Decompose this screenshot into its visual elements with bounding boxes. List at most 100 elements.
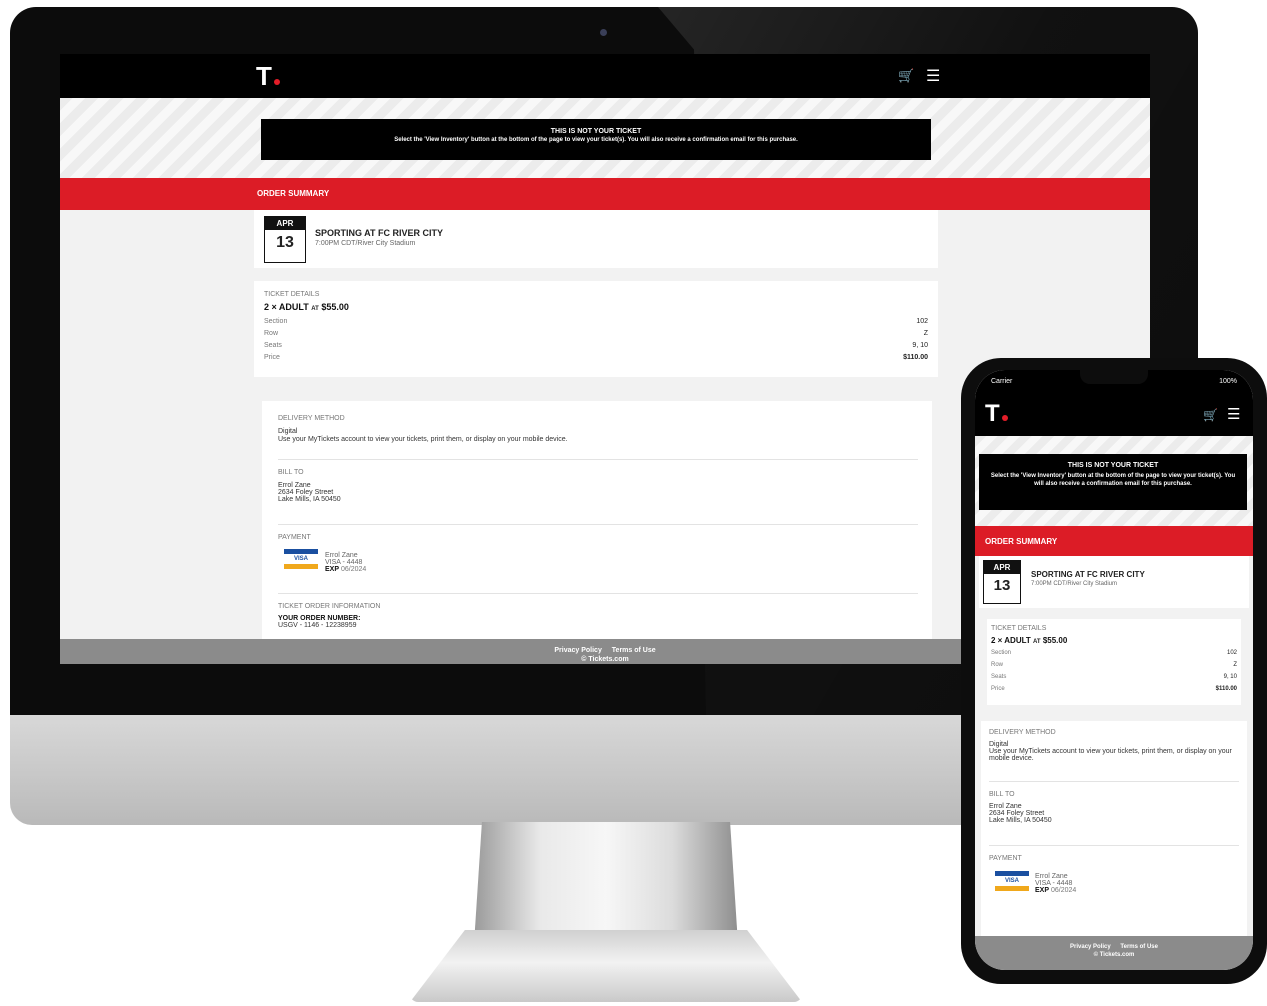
payment-card: VISA - 4448: [1035, 880, 1073, 887]
card-brand: VISA: [293, 556, 308, 562]
site-logo[interactable]: T: [256, 61, 280, 92]
monitor-stand-neck: [474, 822, 738, 944]
ticket-details-label: TICKET DETAILS: [991, 625, 1047, 632]
site-logo[interactable]: T: [985, 400, 1008, 428]
ticket-unit-price: $55.00: [1042, 636, 1068, 645]
mobile-phone: Carrier 100% T 🛒 ☰ THIS IS NOT YOUR TICK…: [961, 358, 1267, 984]
cart-icon[interactable]: 🛒: [1203, 408, 1218, 422]
ticket-summary: 2 × ADULT AT $55.00: [991, 636, 1237, 645]
visa-card-icon: VISA: [284, 549, 318, 571]
calendar-icon: APR 13: [264, 216, 306, 263]
notice-banner: THIS IS NOT YOUR TICKET Select the 'View…: [261, 119, 931, 160]
order-number: USGV - 1146 - 12238959: [278, 622, 357, 629]
menu-icon[interactable]: ☰: [926, 66, 940, 86]
order-info-card: DELIVERY METHOD Digital Use your MyTicke…: [981, 721, 1247, 941]
ticket-summary: 2 × ADULT AT $55.00: [264, 302, 928, 312]
detail-value: 9, 10: [1223, 674, 1237, 680]
detail-key: Row: [264, 330, 279, 337]
detail-value: $110.00: [1215, 686, 1237, 692]
detail-key: Row: [991, 662, 1004, 668]
ticket-at: AT: [1033, 639, 1041, 645]
delivery-method: Digital: [989, 741, 1009, 748]
delivery-text: Use your MyTickets account to view your …: [989, 748, 1232, 762]
privacy-policy-link[interactable]: Privacy Policy: [554, 647, 601, 654]
camera-icon: [600, 29, 607, 36]
exp-value: 06/2024: [1050, 887, 1077, 894]
cart-icon[interactable]: 🛒: [898, 68, 914, 84]
detail-key: Price: [264, 354, 280, 361]
battery-label: 100%: [1219, 378, 1237, 385]
divider: [278, 593, 918, 594]
order-summary-band: ORDER SUMMARY: [975, 526, 1253, 556]
detail-value: 9, 10: [912, 342, 928, 349]
carrier-label: Carrier: [991, 378, 1013, 385]
ticket-details-card: TICKET DETAILS 2 × ADULT AT $55.00 Secti…: [254, 281, 938, 377]
delivery-text: Use your MyTickets account to view your …: [278, 436, 568, 443]
notice-text: Select the 'View Inventory' button at th…: [394, 137, 798, 143]
event-day: 13: [276, 234, 294, 251]
divider: [278, 459, 918, 460]
detail-key: Section: [991, 650, 1012, 656]
delivery-label: DELIVERY METHOD: [989, 729, 1056, 736]
event-card: APR 13 SPORTING AT FC RIVER CITY 7:00PM …: [254, 210, 938, 268]
ticket-unit-price: $55.00: [321, 302, 349, 312]
event-month: APR: [984, 561, 1020, 574]
delivery-label: DELIVERY METHOD: [278, 415, 345, 422]
phone-notch: [1080, 370, 1148, 384]
site-header: T 🛒 ☰: [975, 392, 1253, 436]
card-brand: VISA: [1004, 878, 1019, 884]
notice-text: Select the 'View Inventory' button at th…: [990, 473, 1236, 487]
detail-key: Seats: [264, 342, 282, 349]
detail-value: Z: [923, 330, 928, 337]
delivery-method: Digital: [278, 428, 298, 435]
ticket-quantity: 2 × ADULT: [991, 636, 1031, 645]
ticket-details-card: TICKET DETAILS 2 × ADULT AT $55.00 Secti…: [987, 619, 1241, 705]
logo-letter: T: [985, 400, 1000, 427]
order-number-label: YOUR ORDER NUMBER:: [278, 615, 361, 622]
bill-to-city: Lake Mills, IA 50450: [278, 496, 341, 503]
ticket-quantity: 2 × ADULT: [264, 302, 309, 312]
logo-dot: [1001, 415, 1008, 421]
notice-title: THIS IS NOT YOUR TICKET: [1067, 462, 1159, 469]
detail-value: 102: [916, 318, 928, 325]
event-subtitle: 7:00PM CDT/River City Stadium: [315, 240, 416, 247]
calendar-icon: APR 13: [983, 560, 1021, 604]
payment-label: PAYMENT: [278, 534, 311, 541]
privacy-policy-link[interactable]: Privacy Policy: [1070, 944, 1111, 950]
bill-to-label: BILL TO: [989, 791, 1015, 798]
terms-of-use-link[interactable]: Terms of Use: [1120, 944, 1158, 950]
divider: [989, 781, 1239, 782]
exp-label: EXP: [1035, 887, 1050, 894]
bill-to-street: 2634 Foley Street: [278, 489, 334, 496]
logo-dot: [273, 79, 280, 85]
phone-screen: Carrier 100% T 🛒 ☰ THIS IS NOT YOUR TICK…: [975, 370, 1253, 970]
visa-card-icon: VISA: [995, 871, 1029, 893]
order-info-card: DELIVERY METHOD Digital Use your MyTicke…: [262, 401, 932, 639]
event-card: APR 13 SPORTING AT FC RIVER CITY 7:00PM …: [979, 556, 1249, 608]
event-title: SPORTING AT FC RIVER CITY: [315, 228, 444, 238]
bill-to-city: Lake Mills, IA 50450: [989, 817, 1052, 824]
site-footer: Privacy Policy Terms of Use © Tickets.co…: [975, 936, 1253, 970]
detail-key: Price: [991, 686, 1005, 692]
menu-icon[interactable]: ☰: [1227, 405, 1240, 423]
event-day: 13: [993, 577, 1011, 594]
logo-letter: T: [256, 61, 272, 91]
order-summary-band: ORDER SUMMARY: [60, 178, 1150, 210]
ticket-at: AT: [311, 306, 319, 312]
bill-to-street: 2634 Foley Street: [989, 810, 1045, 817]
order-summary-title: ORDER SUMMARY: [985, 537, 1058, 546]
detail-value: 102: [1226, 650, 1237, 656]
copyright: © Tickets.com: [1093, 952, 1135, 958]
event-subtitle: 7:00PM CDT/River City Stadium: [1031, 581, 1118, 587]
terms-of-use-link[interactable]: Terms of Use: [612, 647, 656, 654]
payment-card: VISA - 4448: [325, 559, 363, 566]
divider: [278, 524, 918, 525]
bill-to-name: Errol Zane: [278, 482, 311, 489]
monitor-stand-foot: [410, 930, 802, 1002]
detail-key: Seats: [991, 674, 1007, 680]
detail-value: $110.00: [903, 354, 928, 361]
exp-label: EXP: [325, 566, 340, 573]
payment-label: PAYMENT: [989, 855, 1022, 862]
notice-title: THIS IS NOT YOUR TICKET: [550, 128, 642, 135]
detail-key: Section: [264, 318, 288, 325]
